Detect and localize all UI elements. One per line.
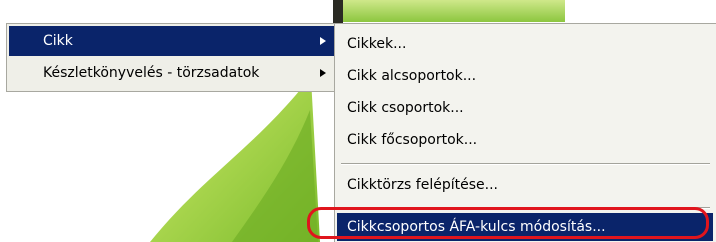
- menu-item-label: Cikktörzs felépítése...: [347, 177, 498, 193]
- menu-item-cikk[interactable]: Cikk: [9, 26, 334, 56]
- menu-item-label: Cikkek...: [347, 36, 407, 52]
- menu-item-label: Cikk: [43, 33, 73, 49]
- menu-item-cikkek[interactable]: Cikkek...: [337, 28, 715, 60]
- annotation-highlight-ring: [307, 207, 709, 239]
- menu-item-label: Cikk főcsoportok...: [347, 132, 478, 148]
- menu-separator: [341, 163, 710, 165]
- menu-item-cikktorzs-felepitese[interactable]: Cikktörzs felépítése...: [337, 169, 715, 201]
- menu-item-label: Készletkönyvelés - törzsadatok: [43, 65, 260, 81]
- menu-item-label: Cikk csoportok...: [347, 100, 464, 116]
- submenu-arrow-icon: [320, 26, 326, 56]
- menu-item-cikk-focsoportok[interactable]: Cikk főcsoportok...: [337, 124, 715, 156]
- menu-item-cikk-csoportok[interactable]: Cikk csoportok...: [337, 92, 715, 124]
- menu-item-cikk-alcsoportok[interactable]: Cikk alcsoportok...: [337, 60, 715, 92]
- menu-item-label: Cikk alcsoportok...: [347, 68, 477, 84]
- submenu-arrow-icon: [320, 58, 326, 88]
- menu-item-keszletkonyveles[interactable]: Készletkönyvelés - törzsadatok: [9, 58, 334, 88]
- context-menu: Cikk Készletkönyvelés - törzsadatok: [6, 23, 337, 92]
